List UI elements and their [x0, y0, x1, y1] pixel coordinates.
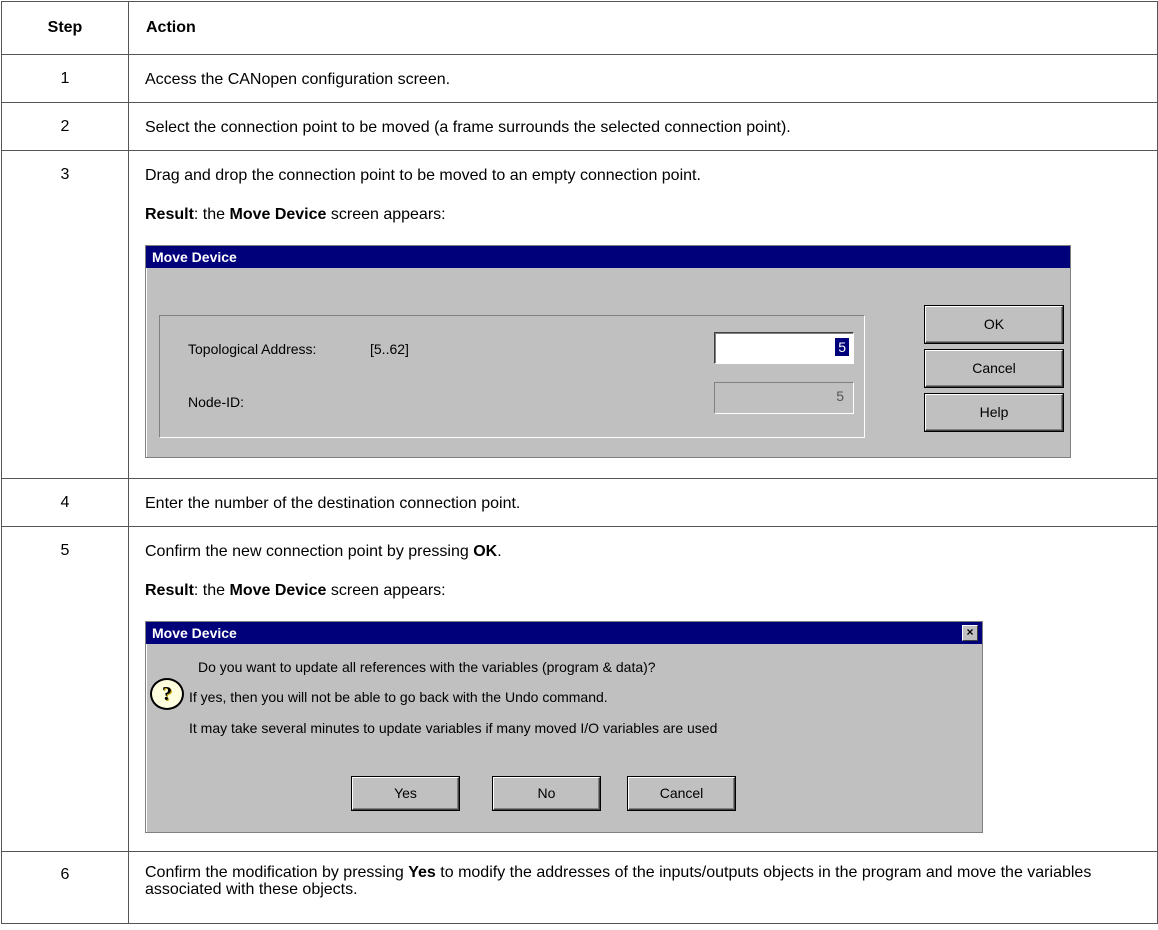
action-text-post: .: [497, 543, 502, 560]
action-column-header: Action: [128, 1, 1158, 55]
move-device-dialog: Move Device Topological Address: [5..62]…: [145, 245, 1071, 458]
step-action: Drag and drop the connection point to be…: [128, 150, 1158, 479]
action-text: Drag and drop the connection point to be…: [145, 167, 701, 184]
result-screen-name: Move Device: [229, 582, 327, 599]
help-button[interactable]: Help: [925, 394, 1063, 431]
step-column-header: Step: [1, 1, 129, 55]
step-number: 2: [1, 102, 129, 151]
table-row: 6 Confirm the modification by pressing Y…: [1, 851, 1158, 924]
topological-address-range: [5..62]: [370, 341, 409, 357]
no-button[interactable]: No: [493, 777, 600, 810]
table-row: 1 Access the CANopen configuration scree…: [1, 54, 1158, 103]
topological-address-label: Topological Address:: [188, 341, 317, 357]
yes-button[interactable]: Yes: [352, 777, 459, 810]
dialog-title: Move Device ×: [146, 622, 982, 644]
step-number: 1: [1, 54, 129, 103]
step-number: 5: [1, 526, 129, 852]
confirm-move-dialog: Move Device × Do you want to update all …: [145, 621, 983, 833]
step-number: 6: [1, 851, 129, 924]
steps-table: Step Action 1 Access the CANopen configu…: [1, 1, 1158, 924]
action-text: Confirm the new connection point by pres…: [145, 542, 1141, 562]
result-screen-name: Move Device: [229, 206, 327, 223]
question-line-1: Do you want to update all references wit…: [198, 659, 656, 675]
header-row: Step Action: [1, 1, 1158, 55]
cancel-label: Cancel: [659, 785, 704, 801]
node-id-label: Node-ID:: [188, 394, 245, 410]
node-id-field: 5: [714, 382, 854, 414]
cancel-button[interactable]: Cancel: [628, 777, 735, 810]
table-row: 3 Drag and drop the connection point to …: [1, 150, 1158, 479]
result-text: Result: the Move Device screen appears:: [145, 581, 1141, 601]
ok-button[interactable]: OK: [925, 306, 1063, 343]
action-text-pre: Confirm the new connection point by pres…: [145, 543, 474, 560]
step-action: Confirm the new connection point by pres…: [128, 526, 1158, 852]
action-text: Enter the number of the destination conn…: [145, 495, 521, 512]
question-line-3: It may take several minutes to update va…: [189, 720, 718, 736]
step-action: Access the CANopen configuration screen.: [128, 54, 1158, 103]
action-text: Select the connection point to be moved …: [145, 119, 791, 136]
action-text-bold: OK: [473, 543, 498, 560]
result-label: Result: [145, 582, 194, 599]
topological-address-input[interactable]: 5: [714, 332, 854, 364]
table-row: 2 Select the connection point to be move…: [1, 102, 1158, 151]
ok-label: OK: [983, 316, 1005, 332]
result-text: Result: the Move Device screen appears:: [145, 205, 1141, 225]
question-icon: ?: [150, 678, 184, 710]
no-label: No: [537, 785, 556, 801]
yes-label: Yes: [394, 785, 417, 801]
result-post: screen appears:: [326, 582, 446, 599]
question-mark-glyph: ?: [162, 683, 172, 705]
cancel-button[interactable]: Cancel: [925, 350, 1063, 387]
step-action: Confirm the modification by pressing Yes…: [128, 851, 1158, 924]
node-id-value: 5: [836, 388, 844, 404]
table-row: 5 Confirm the new connection point by pr…: [1, 526, 1158, 852]
result-pre: : the: [193, 206, 230, 223]
result-pre: : the: [193, 582, 230, 599]
action-text: Access the CANopen configuration screen.: [145, 71, 451, 88]
step-number: 3: [1, 150, 129, 479]
help-label: Help: [979, 404, 1009, 420]
step-action: Select the connection point to be moved …: [128, 102, 1158, 151]
cancel-label: Cancel: [972, 360, 1016, 376]
dialog-title-text: Move Device: [152, 625, 237, 641]
topological-address-value: 5: [835, 338, 849, 356]
step-action: Enter the number of the destination conn…: [128, 478, 1158, 527]
result-label: Result: [145, 206, 194, 223]
action-text-bold: Yes: [408, 864, 436, 881]
close-icon[interactable]: ×: [962, 625, 978, 641]
action-text-pre: Confirm the modification by pressing: [145, 864, 409, 881]
question-line-2: If yes, then you will not be able to go …: [189, 689, 608, 705]
table-row: 4 Enter the number of the destination co…: [1, 478, 1158, 527]
step-number: 4: [1, 478, 129, 527]
dialog-title: Move Device: [146, 246, 1070, 268]
action-text: Confirm the modification by pressing Yes…: [145, 864, 1141, 898]
result-post: screen appears:: [326, 206, 446, 223]
